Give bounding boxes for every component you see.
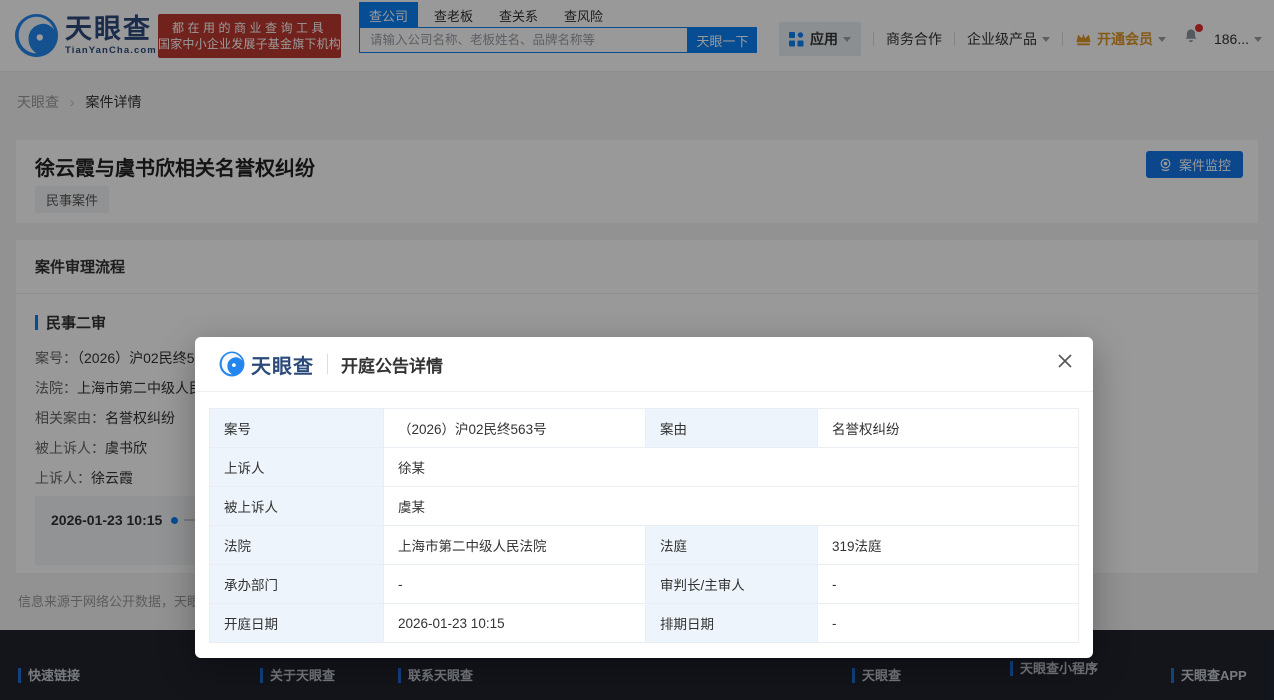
table-cell-value: -: [383, 564, 646, 604]
table-row: 开庭日期 2026-01-23 10:15 排期日期 -: [209, 603, 1079, 643]
table-cell-label: 开庭日期: [209, 603, 384, 643]
table-cell-label: 承办部门: [209, 564, 384, 604]
table-cell-value: 319法庭: [817, 525, 1079, 565]
table-row: 案号 （2026）沪02民终563号 案由 名誉权纠纷: [209, 408, 1079, 448]
hearing-detail-table: 案号 （2026）沪02民终563号 案由 名誉权纠纷 上诉人 徐某 被上诉人 虞某 法院 上海市…: [209, 408, 1079, 643]
table-cell-label: 审判长/主审人: [645, 564, 818, 604]
table-cell-value: -: [817, 564, 1079, 604]
table-cell-label: 案由: [645, 408, 818, 448]
modal-brand-name: 天眼查: [251, 355, 314, 378]
close-icon: [1058, 354, 1072, 368]
table-row: 上诉人 徐某: [209, 447, 1079, 487]
table-cell-label: 案号: [209, 408, 384, 448]
modal-header: 天眼查 开庭公告详情: [195, 337, 1093, 392]
table-cell-label: 法庭: [645, 525, 818, 565]
hearing-detail-modal: 天眼查 开庭公告详情 案号 （2026）沪02民终563号 案由 名誉权纠纷 上诉人 徐某…: [195, 337, 1093, 658]
divider: [327, 354, 328, 374]
table-cell-label: 法院: [209, 525, 384, 565]
close-button[interactable]: [1054, 351, 1076, 373]
table-cell-value: 上海市第二中级人民法院: [383, 525, 646, 565]
table-cell-value: -: [817, 603, 1079, 643]
table-cell-label: 上诉人: [209, 447, 384, 487]
table-cell-value: （2026）沪02民终563号: [383, 408, 646, 448]
table-cell-value: 虞某: [383, 486, 1079, 526]
table-cell-value: 徐某: [383, 447, 1079, 487]
modal-title: 开庭公告详情: [341, 356, 443, 376]
table-cell-value: 2026-01-23 10:15: [383, 603, 646, 643]
table-row: 承办部门 - 审判长/主审人 -: [209, 564, 1079, 604]
table-row: 被上诉人 虞某: [209, 486, 1079, 526]
table-row: 法院 上海市第二中级人民法院 法庭 319法庭: [209, 525, 1079, 565]
table-cell-value: 名誉权纠纷: [817, 408, 1079, 448]
page: 天眼查 TianYanCha.com 都在用的商业查询工具 国家中小企业发展子基…: [0, 0, 1274, 700]
tianyancha-logo-icon: [219, 351, 245, 377]
table-cell-label: 排期日期: [645, 603, 818, 643]
table-cell-label: 被上诉人: [209, 486, 384, 526]
